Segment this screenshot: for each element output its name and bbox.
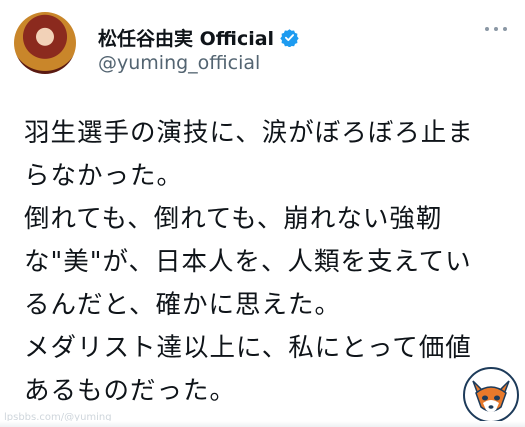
tweet-line: 羽生選手の演技に、涙がぼろぼろ止ま	[24, 118, 474, 148]
more-options-icon[interactable]	[485, 24, 507, 34]
bottom-divider	[0, 421, 525, 427]
tweet-line: らなかった。	[24, 161, 184, 191]
display-name[interactable]: 松任谷由実 Official	[98, 24, 274, 51]
verified-badge-icon	[280, 28, 299, 47]
more-dot	[503, 27, 507, 31]
tweet-line: あるものだった。	[24, 376, 237, 406]
tweet-line: るんだと、確かに思えた。	[24, 290, 341, 320]
author-handle[interactable]: @yuming_official	[98, 52, 260, 74]
more-dot	[494, 27, 498, 31]
tweet-line: メダリスト達以上に、私にとって価値	[24, 333, 472, 363]
avatar[interactable]	[14, 12, 76, 74]
tweet-line: 倒れても、倒れても、崩れない強靭	[24, 204, 443, 234]
tweet-line: な"美"が、日本人を、人類を支えてい	[24, 247, 472, 277]
tweet-text: 羽生選手の演技に、涙がぼろぼろ止ま らなかった。 倒れても、倒れても、崩れない強…	[24, 112, 504, 413]
author-name-row: 松任谷由実 Official	[98, 24, 299, 50]
fox-logo-icon	[463, 367, 519, 423]
more-dot	[485, 27, 489, 31]
